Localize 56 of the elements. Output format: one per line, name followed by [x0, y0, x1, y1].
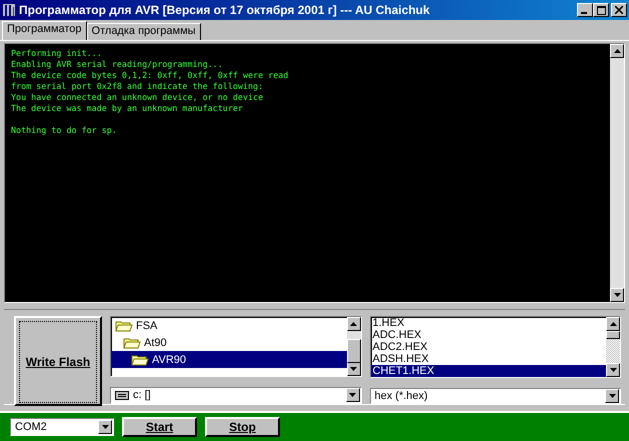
maximize-icon [596, 6, 606, 14]
scrollbar[interactable] [610, 44, 624, 302]
console-line: The device was made by an unknown manufacturer [11, 103, 244, 114]
file-item[interactable]: ADSH.HEX [370, 353, 606, 365]
drive-dropdown[interactable]: c: [] [110, 386, 362, 404]
file-item[interactable]: CHET1.HEX [370, 365, 606, 377]
dropdown-arrow-button[interactable] [346, 388, 360, 402]
maximize-button[interactable] [593, 3, 609, 17]
write-flash-button[interactable]: Write Flash [14, 316, 102, 406]
folder-item[interactable]: At90 [111, 334, 346, 351]
tab[interactable]: Программатор [2, 21, 87, 40]
console-line: Performing init... [11, 48, 103, 59]
minimize-button[interactable] [577, 3, 593, 17]
scroll-thumb[interactable] [606, 331, 620, 339]
down-arrow-icon [350, 366, 357, 371]
scroll-down-button[interactable] [610, 288, 624, 302]
file-item[interactable]: 1.HEX [370, 317, 606, 329]
tab[interactable]: Отладка программы [86, 23, 201, 40]
folder-icon [115, 320, 133, 332]
up-arrow-icon [610, 322, 616, 326]
down-arrow-icon [608, 394, 616, 398]
console-line: You have connected an unknown device, or no device [11, 92, 264, 103]
close-icon [615, 6, 623, 14]
start-button[interactable]: Start [122, 417, 197, 437]
port-dropdown[interactable]: COM2 [10, 418, 114, 436]
down-arrow-icon [614, 293, 620, 297]
scroll-up-button[interactable] [346, 317, 360, 331]
folder-icon [131, 354, 149, 366]
close-button[interactable] [611, 3, 627, 17]
window-title: Программатор для AVR [Версия от 17 октября 2001 г] --- AU Chaichuk [19, 3, 431, 17]
dropdown-arrow-button[interactable] [605, 389, 619, 403]
console-line: The device code bytes 0,1,2: 0xff, 0xff, 0xff were read [11, 70, 290, 81]
filter-dropdown[interactable]: hex (*.hex) [370, 388, 621, 404]
up-arrow-icon [614, 49, 620, 53]
console-line: Nothing to do for sp. [11, 125, 118, 136]
down-arrow-icon [102, 425, 108, 429]
file-item[interactable]: ADC2.HEX [370, 341, 606, 353]
scroll-up-button[interactable] [606, 317, 620, 331]
stop-button[interactable]: Stop [205, 417, 280, 437]
console-line: from serial port 0x2f8 and indicate the following: [11, 81, 264, 92]
down-arrow-icon [610, 368, 616, 372]
dropdown-arrow-button[interactable] [98, 420, 112, 434]
scroll-down-button[interactable] [606, 363, 620, 377]
scrollbar[interactable] [346, 317, 360, 376]
scroll-thumb[interactable] [346, 339, 360, 363]
up-arrow-icon [350, 322, 357, 326]
scroll-up-button[interactable] [610, 44, 624, 58]
folder-item[interactable]: AVR90 [111, 351, 346, 368]
file-item[interactable]: ADC.HEX [370, 329, 606, 341]
folder-item[interactable]: FSA [111, 317, 346, 334]
drive-icon [115, 390, 129, 400]
down-arrow-icon [349, 393, 356, 398]
scrollbar[interactable] [606, 317, 620, 377]
folder-icon [123, 336, 141, 348]
console-line: Enabling AVR serial reading/programming... [11, 59, 224, 70]
chip-icon [2, 3, 16, 17]
